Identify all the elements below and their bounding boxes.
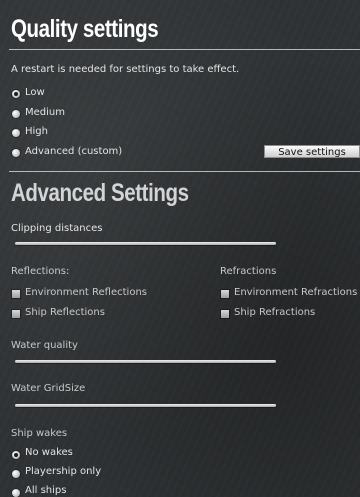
ship-reflections-label[interactable]: Ship Reflections xyxy=(25,307,105,318)
water-quality-slider[interactable] xyxy=(15,360,276,363)
ship-reflections-checkbox[interactable] xyxy=(12,310,20,318)
ship-refractions-checkbox[interactable] xyxy=(221,310,229,318)
ship-refractions-label[interactable]: Ship Refractions xyxy=(234,307,315,318)
refractions-header: Refractions xyxy=(220,266,277,277)
option-high-label[interactable]: High xyxy=(25,126,48,137)
radio-advanced[interactable] xyxy=(12,149,20,157)
radio-all-ships[interactable] xyxy=(12,489,20,497)
clipping-distances-label: Clipping distances xyxy=(11,223,103,234)
option-low-label[interactable]: Low xyxy=(25,87,45,98)
quality-settings-title: Quality settings xyxy=(11,15,159,43)
all-ships-label[interactable]: All ships xyxy=(25,485,66,496)
restart-note: A restart is needed for settings to take… xyxy=(11,64,240,75)
reflections-header: Reflections: xyxy=(11,266,70,277)
water-gridsize-slider[interactable] xyxy=(15,404,276,407)
option-medium-label[interactable]: Medium xyxy=(25,107,65,118)
radio-playership-only[interactable] xyxy=(12,470,20,478)
radio-low[interactable] xyxy=(12,90,20,98)
radio-high[interactable] xyxy=(12,129,20,137)
advanced-settings-title: Advanced Settings xyxy=(11,179,189,207)
env-refractions-label[interactable]: Environment Refractions xyxy=(234,287,357,298)
radio-medium[interactable] xyxy=(12,110,20,118)
env-reflections-label[interactable]: Environment Reflections xyxy=(25,287,147,298)
water-quality-label: Water quality xyxy=(11,340,78,351)
option-advanced-label[interactable]: Advanced (custom) xyxy=(25,146,122,157)
radio-no-wakes[interactable] xyxy=(12,451,20,459)
playership-only-label[interactable]: Playership only xyxy=(25,466,101,477)
env-reflections-checkbox[interactable] xyxy=(12,290,20,298)
divider xyxy=(9,171,360,172)
clipping-distances-slider[interactable] xyxy=(15,242,276,245)
ship-wakes-label: Ship wakes xyxy=(11,428,68,439)
save-settings-button[interactable]: Save settings xyxy=(264,145,360,158)
divider xyxy=(9,49,360,50)
water-gridsize-label: Water GridSize xyxy=(11,383,86,394)
env-refractions-checkbox[interactable] xyxy=(221,290,229,298)
no-wakes-label[interactable]: No wakes xyxy=(25,447,73,458)
